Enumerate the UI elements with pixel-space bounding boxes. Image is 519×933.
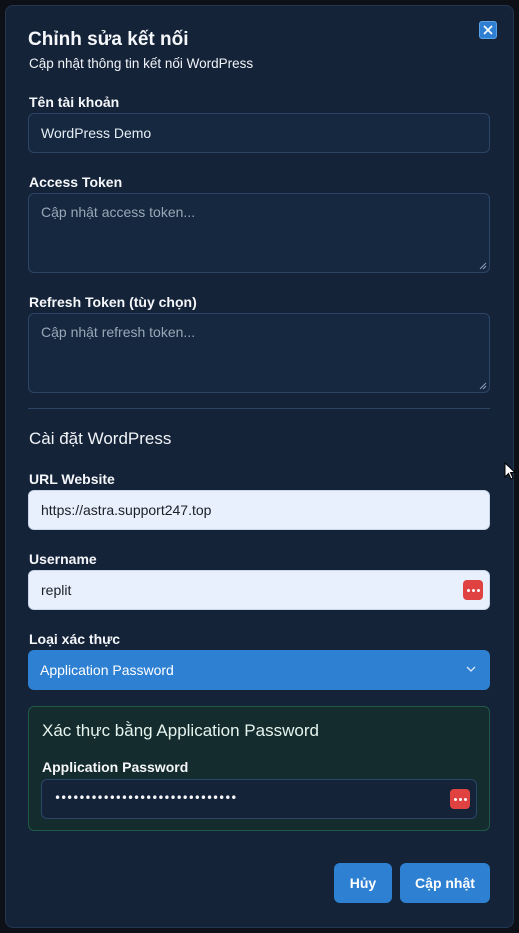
dialog-subtitle: Cập nhật thông tin kết nối WordPress: [29, 56, 254, 71]
close-button[interactable]: [479, 21, 497, 39]
chevron-down-icon: [466, 666, 476, 672]
auth-type-select[interactable]: Application Password: [28, 650, 490, 690]
password-manager-icon[interactable]: [450, 789, 470, 809]
account-name-label: Tên tài khoản: [29, 94, 120, 110]
account-name-input[interactable]: WordPress Demo: [28, 113, 490, 153]
app-password-input[interactable]: ••••••••••••••••••••••••••••••: [41, 779, 477, 819]
app-password-label: Application Password: [42, 759, 189, 775]
url-input[interactable]: https://astra.support247.top: [28, 490, 490, 530]
section-divider: [28, 408, 490, 409]
password-manager-icon[interactable]: [463, 580, 483, 600]
cursor-icon: [504, 462, 516, 480]
url-value: https://astra.support247.top: [41, 502, 212, 518]
update-button[interactable]: Cập nhật: [400, 863, 490, 903]
access-token-placeholder: Cập nhật access token...: [41, 204, 196, 220]
edit-connection-dialog: Chỉnh sửa kết nối Cập nhật thông tin kết…: [5, 5, 514, 928]
access-token-label: Access Token: [29, 174, 123, 190]
refresh-token-placeholder: Cập nhật refresh token...: [41, 324, 196, 340]
auth-type-selected: Application Password: [40, 662, 174, 678]
refresh-token-label: Refresh Token (tùy chọn): [29, 294, 197, 310]
close-icon: [483, 25, 493, 35]
username-input[interactable]: replit: [28, 570, 490, 610]
resize-handle-icon[interactable]: [479, 382, 487, 390]
auth-type-label: Loại xác thực: [29, 631, 121, 647]
access-token-textarea[interactable]: Cập nhật access token...: [28, 193, 490, 273]
dialog-title: Chỉnh sửa kết nối: [28, 29, 189, 50]
account-name-value: WordPress Demo: [41, 125, 152, 141]
app-password-masked: ••••••••••••••••••••••••••••••: [54, 791, 237, 805]
refresh-token-textarea[interactable]: Cập nhật refresh token...: [28, 313, 490, 393]
wordpress-section-title: Cài đặt WordPress: [29, 429, 172, 448]
resize-handle-icon[interactable]: [479, 262, 487, 270]
app-password-panel: Xác thực bằng Application Password Appli…: [28, 706, 490, 831]
url-label: URL Website: [29, 471, 115, 487]
username-label: Username: [29, 551, 97, 567]
cancel-button[interactable]: Hủy: [334, 863, 392, 903]
username-value: replit: [41, 582, 72, 598]
app-password-panel-title: Xác thực bằng Application Password: [42, 721, 319, 740]
